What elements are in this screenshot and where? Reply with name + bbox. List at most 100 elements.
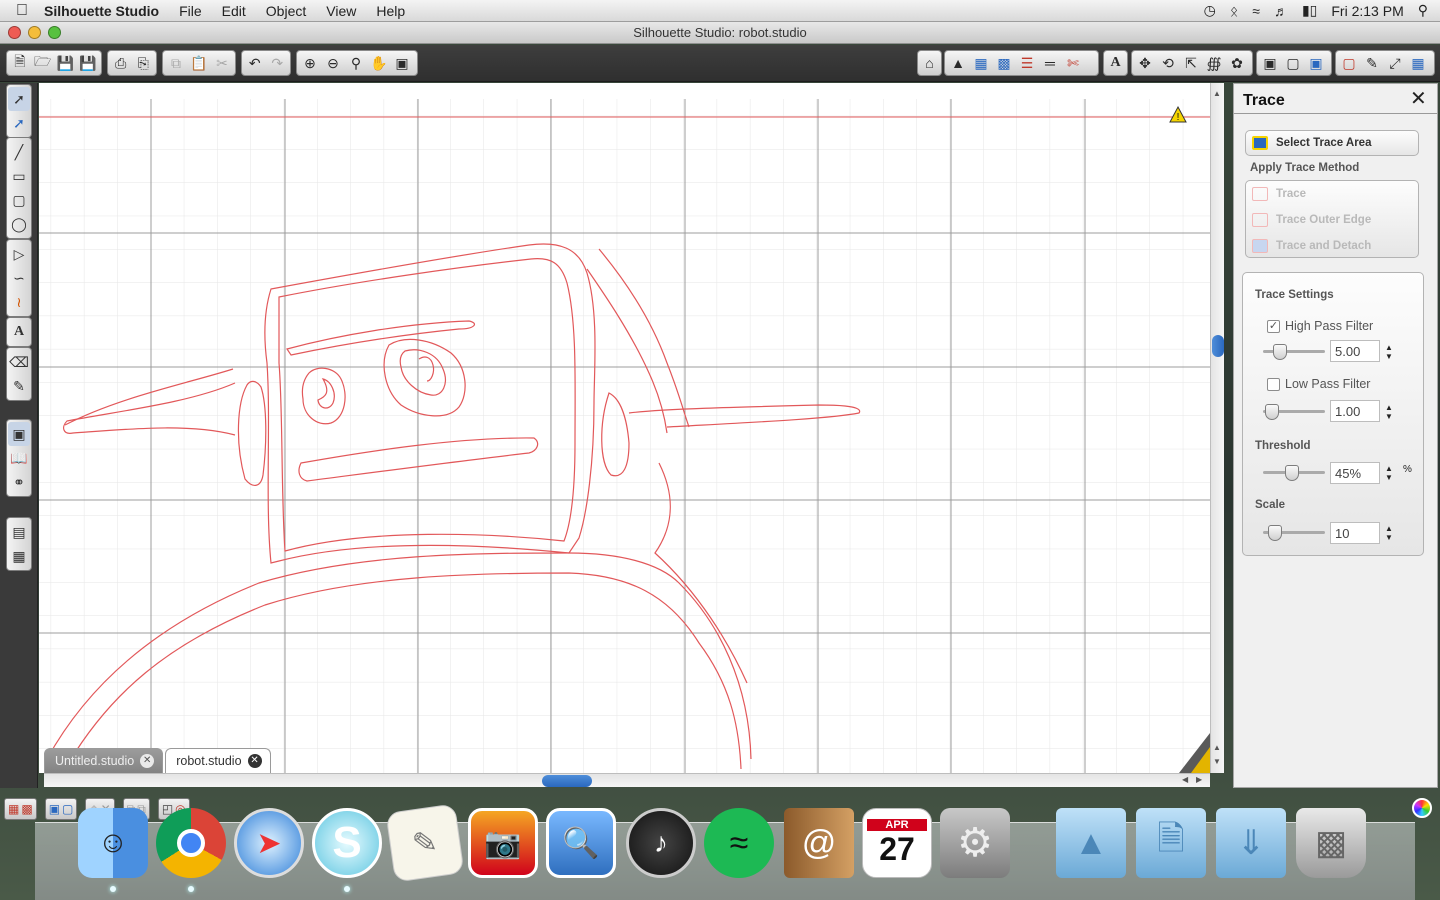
threshold-slider[interactable] [1263,465,1325,481]
scroll-left-icon[interactable]: ◀ [1182,775,1188,784]
close-panel-icon[interactable]: ✕ [1410,89,1427,109]
store-view-icon[interactable]: ⚭ [8,470,30,494]
menu-object[interactable]: Object [256,0,316,22]
fullscreen-icon[interactable]: ⤢ [1384,52,1406,74]
fill-gradient-icon[interactable]: ▦ [970,52,992,74]
color-picker-icon[interactable] [1412,798,1432,818]
copy-icon[interactable]: ⧉ [165,52,187,74]
group-icon[interactable]: ▦ [8,802,19,816]
freehand-tool-icon[interactable]: ≀ [8,290,30,314]
transform-icon[interactable]: ✥ [1134,52,1156,74]
undo-icon[interactable]: ↶ [244,52,266,74]
sketch-icon[interactable]: ✎ [1361,52,1383,74]
trash-icon[interactable]: ▩ [1296,808,1366,878]
spotify-icon[interactable]: ≈ [704,808,774,878]
fill-pattern-icon[interactable]: ▩ [993,52,1015,74]
ical-icon[interactable]: APR 27 [862,808,932,878]
horizontal-scroll-thumb[interactable] [542,775,592,787]
line-style-icon[interactable]: ═ [1039,52,1061,74]
fit-to-page-icon[interactable]: ▣ [391,52,413,74]
threshold-value-field[interactable]: 45% [1330,462,1380,484]
library-view-icon[interactable]: 📖 [8,446,30,470]
text-style-icon[interactable]: A [1106,52,1125,74]
scale-value-field[interactable]: 10 [1330,522,1380,544]
rounded-rectangle-tool-icon[interactable]: ▢ [8,188,30,212]
low-pass-filter-checkbox[interactable]: Low Pass Filter [1267,377,1370,391]
bluetooth-icon[interactable]: ᛟ [1230,3,1238,19]
slider-knob[interactable] [1268,525,1282,541]
polygon-tool-icon[interactable]: ▷ [8,242,30,266]
cutting-mat-grid[interactable]: ! [39,83,1210,773]
clock[interactable]: Fri 2:13 PM [1331,3,1403,19]
slider-knob[interactable] [1265,404,1279,420]
low-pass-stepper[interactable]: ▲ ▼ [1385,403,1393,421]
volume-icon[interactable]: ♬ [1274,3,1288,19]
cut-icon[interactable]: ✂ [211,52,233,74]
open-folder-icon[interactable]: 🗁 [32,52,54,74]
tab-robot-studio[interactable]: robot.studio ✕ [165,748,271,773]
menu-view[interactable]: View [316,0,366,22]
wifi-icon[interactable]: ≈ [1252,3,1260,19]
image-capture-icon[interactable]: 📷 [468,808,538,878]
offset-icon[interactable]: ▢ [1282,52,1304,74]
documents-folder-icon[interactable]: 🗎 [1136,808,1206,878]
tab-untitled-studio[interactable]: Untitled.studio ✕ [44,748,164,773]
scroll-down-icon[interactable]: ▼ [1213,757,1221,766]
vertical-scrollbar[interactable]: ▲ ▲ ▼ [1210,83,1224,773]
scale-slider[interactable] [1263,525,1325,541]
redo-icon[interactable]: ↷ [267,52,289,74]
design-view-icon[interactable]: ▣ [8,422,30,446]
high-pass-slider[interactable] [1263,344,1325,360]
threshold-stepper[interactable]: ▲ ▼ [1385,464,1393,482]
trace-panel-icon[interactable]: ▣ [1305,52,1327,74]
apple-menu-icon[interactable]:  [0,2,44,20]
low-pass-slider[interactable] [1263,404,1325,420]
single-pane-icon[interactable]: ▤ [8,520,30,544]
silhouette-studio-icon[interactable]: S [312,808,382,878]
save-icon[interactable]: 💾 [55,52,77,74]
curve-tool-icon[interactable]: ∽ [8,266,30,290]
spotlight-search-icon[interactable]: ⚲ [1418,2,1428,19]
scroll-right-icon[interactable]: ▶ [1196,775,1202,784]
zoom-selection-icon[interactable]: ⚲ [345,52,367,74]
finder-icon[interactable]: ☺ [78,808,148,878]
release-compound-icon[interactable]: ▢ [62,802,73,816]
battery-icon[interactable]: ▮▯ [1302,2,1317,19]
close-window-icon[interactable] [8,26,21,39]
dashboard-icon[interactable]: ♪ [626,808,696,878]
chrome-icon[interactable] [156,808,226,878]
close-tab-icon[interactable]: ✕ [247,754,262,768]
menu-edit[interactable]: Edit [212,0,256,22]
library-icon[interactable]: ▣ [1259,52,1281,74]
trace-outer-edge-button[interactable]: Trace Outer Edge [1252,209,1371,231]
design-canvas[interactable]: ! [39,83,1210,773]
slider-knob[interactable] [1285,465,1299,481]
select-tool-icon[interactable]: ➚ [8,87,30,111]
ungroup-icon[interactable]: ▩ [21,802,32,816]
line-color-icon[interactable]: ☰ [1016,52,1038,74]
high-pass-filter-checkbox[interactable]: ✓ High Pass Filter [1267,319,1373,333]
fill-color-icon[interactable]: ▲ [947,52,969,74]
scale-stepper[interactable]: ▲ ▼ [1385,524,1393,542]
high-pass-value-field[interactable]: 5.00 [1330,340,1380,362]
text-tool-icon[interactable]: A [8,320,30,344]
rotate-icon[interactable]: ⟲ [1157,52,1179,74]
pan-hand-icon[interactable]: ✋ [368,52,390,74]
high-pass-stepper[interactable]: ▲ ▼ [1385,343,1393,361]
scroll-up-icon[interactable]: ▲ [1213,89,1221,98]
store-icon[interactable]: ⌂ [920,52,939,74]
slider-knob[interactable] [1273,344,1287,360]
time-machine-icon[interactable]: ◷ [1204,2,1216,19]
edit-points-tool-icon[interactable]: ➚ [8,111,30,135]
rectangle-tool-icon[interactable]: ▭ [8,164,30,188]
select-trace-area-button[interactable]: Select Trace Area [1245,130,1419,156]
knife-tool-icon[interactable]: ✎ [8,374,30,398]
new-document-icon[interactable]: 🗎 [9,52,31,74]
split-pane-icon[interactable]: ▦ [8,544,30,568]
low-pass-value-field[interactable]: 1.00 [1330,400,1380,422]
eraser-tool-icon[interactable]: ⌫ [8,350,30,374]
trace-and-detach-button[interactable]: Trace and Detach [1252,235,1371,257]
zoom-out-icon[interactable]: ⊖ [322,52,344,74]
safari-icon[interactable]: ➤ [234,808,304,878]
vertical-scroll-thumb[interactable] [1212,335,1224,357]
